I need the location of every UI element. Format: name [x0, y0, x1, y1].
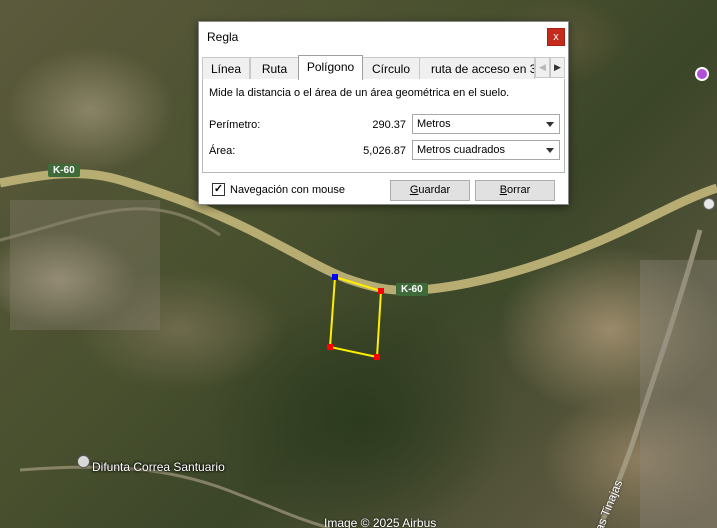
- area-label: Área:: [209, 145, 236, 157]
- urban-area: [640, 260, 717, 528]
- road-label-k60: K-60: [48, 164, 80, 177]
- tab-polygon[interactable]: Polígono: [298, 55, 363, 80]
- tab-bar: Línea Ruta Polígono Círculo ruta de acce…: [202, 55, 565, 80]
- save-button-label: uardar: [418, 184, 451, 196]
- perimeter-unit-value: Metros: [417, 118, 451, 130]
- measure-polygon[interactable]: [328, 275, 383, 359]
- place-icon[interactable]: [77, 455, 90, 468]
- urban-area: [10, 200, 160, 330]
- polygon-panel: Mide la distancia o el área de un área g…: [202, 79, 565, 173]
- polygon-vertex[interactable]: [327, 344, 333, 350]
- tab-scroll-right-icon[interactable]: ▶: [550, 57, 565, 78]
- grey-place-pin-icon[interactable]: [703, 198, 715, 210]
- tab-line[interactable]: Línea: [202, 57, 250, 79]
- area-unit-value: Metros cuadrados: [417, 144, 506, 156]
- dialog-titlebar[interactable]: Regla x: [199, 22, 568, 52]
- polygon-description: Mide la distancia o el área de un área g…: [209, 87, 510, 99]
- mouse-navigation-checkbox[interactable]: ✓: [212, 183, 225, 196]
- save-button[interactable]: Guardar: [390, 180, 470, 201]
- chevron-down-icon: [546, 122, 554, 127]
- tab-circle[interactable]: Círculo: [362, 57, 420, 79]
- chevron-down-icon: [546, 148, 554, 153]
- purple-place-pin-icon[interactable]: [695, 67, 709, 81]
- clear-button-label: orrar: [507, 184, 531, 196]
- close-button[interactable]: x: [547, 28, 565, 46]
- tab-path[interactable]: Ruta: [250, 57, 299, 79]
- polygon-start-vertex[interactable]: [332, 274, 338, 280]
- polygon-vertex[interactable]: [378, 288, 384, 294]
- tab-3d-path[interactable]: ruta de acceso en 3D: [419, 57, 535, 79]
- dirt-road: [19, 465, 331, 528]
- perimeter-value: 290.37: [372, 119, 406, 131]
- clear-button-mnemonic: B: [499, 184, 508, 196]
- tab-scroll-left-icon[interactable]: ◀: [535, 57, 550, 78]
- clear-button[interactable]: Borrar: [475, 180, 555, 201]
- area-unit-select[interactable]: Metros cuadrados: [412, 140, 560, 160]
- ruler-dialog: Regla x Línea Ruta Polígono Círculo ruta…: [198, 21, 569, 205]
- road-label-k60: K-60: [396, 283, 428, 296]
- area-value: 5,026.87: [363, 145, 406, 157]
- polygon-vertex[interactable]: [374, 354, 380, 360]
- imagery-copyright: Image © 2025 Airbus: [324, 516, 437, 528]
- mouse-navigation-label[interactable]: Navegación con mouse: [230, 184, 345, 196]
- perimeter-label: Perímetro:: [209, 119, 261, 131]
- dialog-title: Regla: [207, 30, 239, 44]
- poi-label[interactable]: Difunta Correa Santuario: [92, 460, 225, 474]
- perimeter-unit-select[interactable]: Metros: [412, 114, 560, 134]
